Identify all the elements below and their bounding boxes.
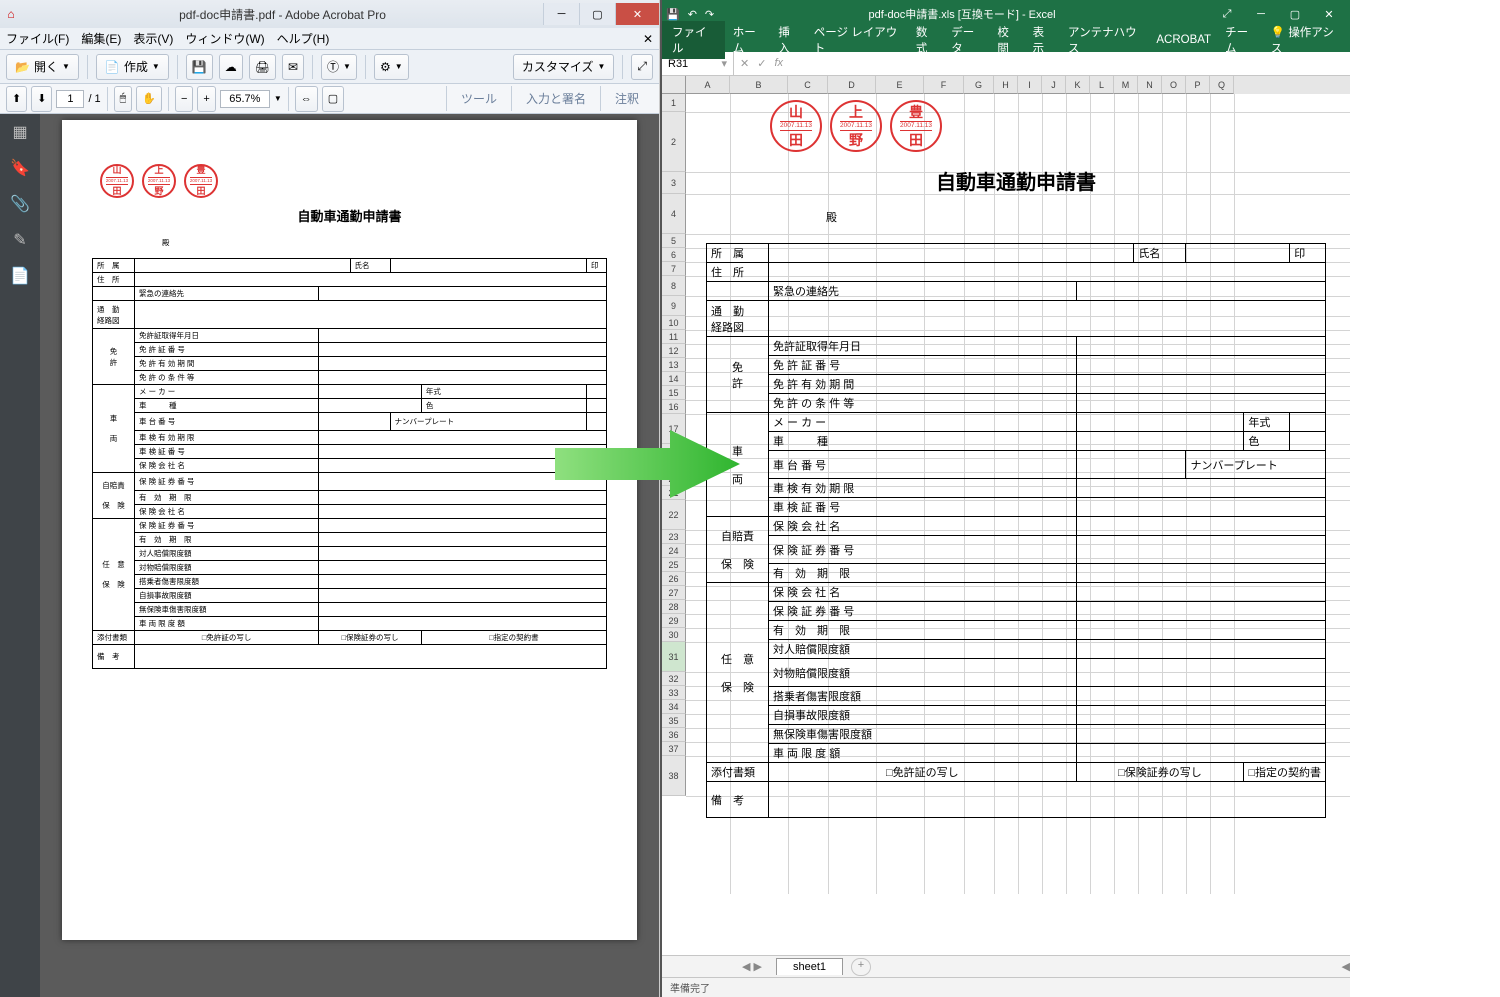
cancel-icon[interactable]: ✕ xyxy=(740,57,749,70)
acrobat-titlebar: ⌂ pdf-doc申請書.pdf - Adobe Acrobat Pro ─ ▢… xyxy=(0,0,659,28)
stamp-1: 山2007.11.13田 xyxy=(770,100,822,152)
formula-bar: R31▾ ✕ ✓ fx xyxy=(662,52,1350,76)
close-button[interactable]: ✕ xyxy=(1312,2,1346,26)
acrobat-toolbar: 📂開く▼ 📄作成▼ 💾 ☁ 🖨 ✉ Ⓣ▼ ⚙▼ カスタマイズ▼ ⤢ xyxy=(0,50,659,84)
next-page-icon[interactable]: ⬇ xyxy=(31,86,52,112)
redo-icon[interactable]: ↷ xyxy=(705,8,714,21)
fit-width-icon[interactable]: ⇔ xyxy=(295,86,318,112)
status-bar: 準備完了 xyxy=(662,977,1350,997)
menu-window[interactable]: ウィンドウ(W) xyxy=(185,30,264,47)
minimize-button[interactable]: ─ xyxy=(543,3,579,25)
sheet-tabs: ◀ ▶ sheet1 + ◀ xyxy=(662,955,1350,977)
save-icon[interactable]: 💾 xyxy=(186,54,213,80)
menu-file[interactable]: ファイル(F) xyxy=(6,30,69,47)
add-sheet-button[interactable]: + xyxy=(851,958,871,976)
page-total: / 1 xyxy=(88,93,100,105)
excel-window: 💾 ↶ ↷ pdf-doc申請書.xls [互換モード] - Excel ⤢ ─… xyxy=(660,0,1350,997)
application-form: 所 属氏名印 住 所 緊急の連絡先 通 勤 経路図 免 許免許証取得年月日 免 … xyxy=(92,258,607,669)
signatures-icon[interactable]: ✎ xyxy=(13,230,26,250)
print-icon[interactable]: 🖨 xyxy=(249,54,276,80)
excel-grid[interactable]: 1234567891011121314151617181920212223242… xyxy=(662,76,1350,955)
select-all-corner[interactable] xyxy=(662,76,686,94)
thumbnails-icon[interactable]: ▦ xyxy=(12,122,27,142)
conversion-arrow-icon xyxy=(555,430,740,498)
minimize-button[interactable]: ─ xyxy=(1244,2,1278,26)
excel-title: pdf-doc申請書.xls [互換モード] - Excel xyxy=(714,6,1210,22)
ribbon-acrobat[interactable]: ACROBAT xyxy=(1156,34,1211,46)
application-form: 所 属氏名印 住 所 緊急の連絡先 通 勤 経路図 免 許免許証取得年月日 免 … xyxy=(706,243,1326,818)
acrobat-window: ⌂ pdf-doc申請書.pdf - Adobe Acrobat Pro ─ ▢… xyxy=(0,0,660,997)
salutation: 殿 xyxy=(162,237,607,248)
worksheet-content: 山2007.11.13田 上2007.11.13野 豊2007.11.13田 自… xyxy=(706,94,1326,818)
tab-annot[interactable]: 注釈 xyxy=(600,86,653,111)
text-icon[interactable]: Ⓣ▼ xyxy=(321,54,357,80)
customize-button[interactable]: カスタマイズ▼ xyxy=(513,54,615,80)
acrobat-nav-toolbar: ⬆ ⬇ / 1 🖱 ✋ − + ▼ ⇔ ▢ ツール 入力と署名 注釈 xyxy=(0,84,659,114)
resize-icon[interactable]: ⤢ xyxy=(1210,2,1244,26)
stamp-1: 山2007.11.13田 xyxy=(100,164,134,198)
menu-help[interactable]: ヘルプ(H) xyxy=(277,30,330,47)
create-button[interactable]: 📄作成▼ xyxy=(96,54,169,80)
salutation: 殿 xyxy=(826,209,1326,225)
pages-icon[interactable]: 📄 xyxy=(10,266,30,286)
bookmarks-icon[interactable]: 🔖 xyxy=(10,158,30,178)
col-headers[interactable]: ABCDEFGHIJKLMNOPQ xyxy=(686,76,1350,94)
acrobat-page-view[interactable]: 山2007.11.13田 上2007.11.13野 豊2007.11.13田 自… xyxy=(40,114,659,997)
menu-close-icon[interactable]: ✕ xyxy=(643,32,653,46)
zoom-input[interactable] xyxy=(220,90,270,108)
zoom-out-icon[interactable]: − xyxy=(175,86,193,112)
fit-page-icon[interactable]: ▢ xyxy=(322,86,344,112)
acrobat-menubar: ファイル(F) 編集(E) 表示(V) ウィンドウ(W) ヘルプ(H) ✕ xyxy=(0,28,659,50)
enter-icon[interactable]: ✓ xyxy=(757,57,766,70)
maximize-button[interactable]: ▢ xyxy=(579,3,615,25)
tab-tools[interactable]: ツール xyxy=(446,86,511,111)
folder-icon: 📂 xyxy=(15,60,30,74)
stamp-3: 豊2007.11.13田 xyxy=(184,164,218,198)
menu-view[interactable]: 表示(V) xyxy=(133,30,173,47)
save-icon[interactable]: 💾 xyxy=(666,8,680,21)
sheet-tab[interactable]: sheet1 xyxy=(776,958,843,975)
undo-icon[interactable]: ↶ xyxy=(688,8,697,21)
stamp-2: 上2007.11.13野 xyxy=(142,164,176,198)
close-button[interactable]: ✕ xyxy=(615,3,659,25)
open-button[interactable]: 📂開く▼ xyxy=(6,54,79,80)
hand-tool-icon[interactable]: ✋ xyxy=(136,86,162,112)
mail-icon[interactable]: ✉ xyxy=(282,54,304,80)
acrobat-title: pdf-doc申請書.pdf - Adobe Acrobat Pro xyxy=(22,6,543,23)
form-title: 自動車通勤申請書 xyxy=(92,206,607,225)
form-title: 自動車通勤申請書 xyxy=(706,166,1326,195)
cloud-icon[interactable]: ☁ xyxy=(219,54,243,80)
restore-button[interactable]: ▢ xyxy=(1278,2,1312,26)
stamp-3: 豊2007.11.13田 xyxy=(890,100,942,152)
expand-icon[interactable]: ⤢ xyxy=(631,54,653,80)
acrobat-app-icon: ⌂ xyxy=(0,7,22,21)
stamp-2: 上2007.11.13野 xyxy=(830,100,882,152)
gear-icon[interactable]: ⚙▼ xyxy=(374,54,409,80)
tab-sign[interactable]: 入力と署名 xyxy=(511,86,600,111)
excel-ribbon: ファイル ホーム 挿入 ページ レイアウト 数式 データ 校閲 表示 アンテナハ… xyxy=(662,28,1350,52)
menu-edit[interactable]: 編集(E) xyxy=(81,30,121,47)
fx-icon[interactable]: fx xyxy=(774,57,783,70)
zoom-in-icon[interactable]: + xyxy=(197,86,215,112)
select-tool-icon[interactable]: 🖱 xyxy=(114,86,133,112)
create-icon: 📄 xyxy=(105,60,120,74)
name-box[interactable]: R31▾ xyxy=(662,52,734,75)
pdf-document: 山2007.11.13田 上2007.11.13野 豊2007.11.13田 自… xyxy=(62,120,637,940)
prev-page-icon[interactable]: ⬆ xyxy=(6,86,27,112)
acrobat-sidebar: ▦ 🔖 📎 ✎ 📄 xyxy=(0,114,40,997)
page-number-input[interactable] xyxy=(56,90,84,108)
attachments-icon[interactable]: 📎 xyxy=(10,194,30,214)
